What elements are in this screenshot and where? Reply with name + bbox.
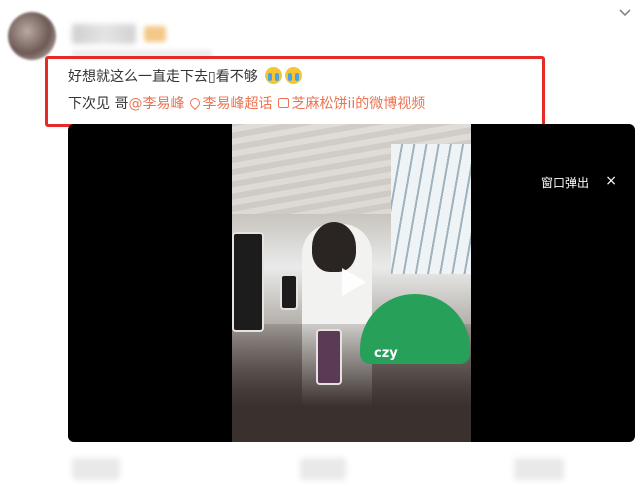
video-window [391,144,471,274]
video-phone [232,232,264,332]
post-text-prefix: 下次见 哥 [68,96,129,112]
post-text: 好想就这么一直走下去 [68,69,208,85]
comment-action-blurred[interactable] [300,458,346,480]
video-phone [280,274,298,310]
user-badge [144,26,166,42]
video-source-link[interactable]: 芝麻松饼ii的微博视频 [291,96,425,112]
close-icon[interactable]: × [605,174,617,188]
video-link-icon [278,98,290,108]
avatar[interactable] [8,12,56,60]
like-action-blurred[interactable] [514,458,564,480]
video-frame[interactable]: czy [232,124,471,442]
video-phone [316,329,342,385]
post-text-line2: 下次见 哥@李易峰 李易峰超话 芝麻松饼ii的微博视频 [68,94,425,114]
crying-emoji-icon [285,67,303,84]
topic-icon [188,95,203,111]
mention-link[interactable]: @李易峰 [128,96,184,112]
repost-action-blurred[interactable] [72,458,120,480]
video-overlay-text: czy [374,346,398,361]
post-text-tail: 看不够 [215,69,258,85]
popout-button[interactable]: 窗口弹出 [541,174,589,191]
username-blurred[interactable] [72,24,136,44]
crying-emoji-icon [265,67,283,84]
more-chevron-icon[interactable] [618,6,632,20]
placeholder-glyph: ▯ [208,69,216,85]
topic-link[interactable]: 李易峰超话 [202,96,272,112]
video-player[interactable]: czy 窗口弹出 × [68,124,635,442]
post-text-line1: 好想就这么一直走下去▯看不够 [68,67,303,87]
play-icon[interactable] [334,264,370,300]
